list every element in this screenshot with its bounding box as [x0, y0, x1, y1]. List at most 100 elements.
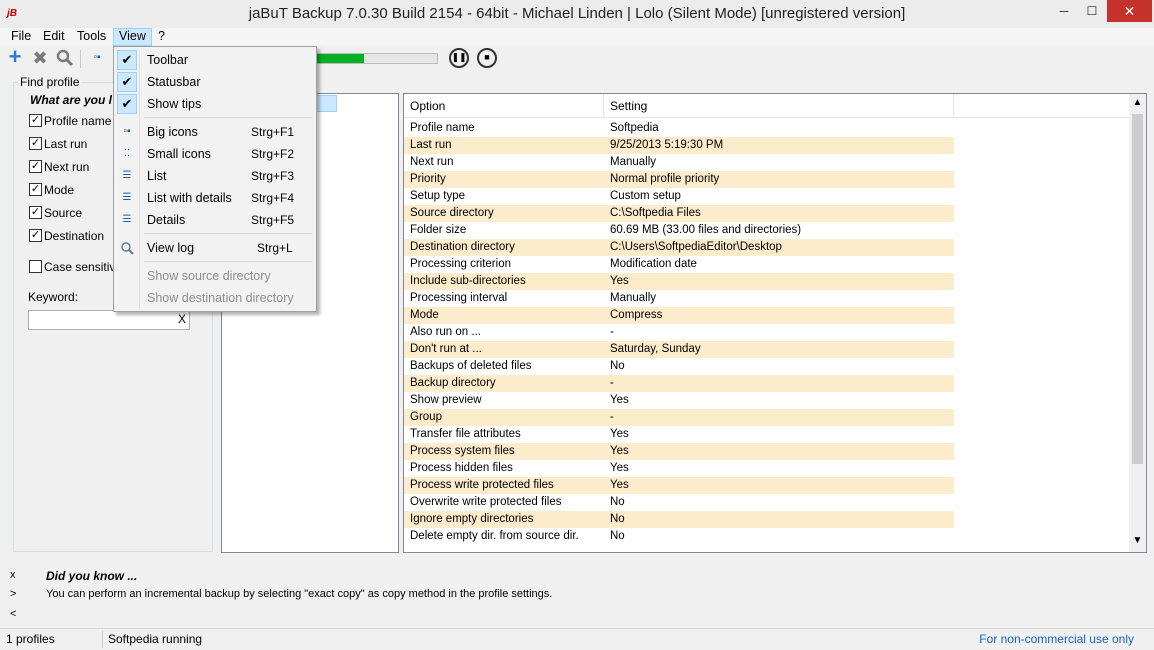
table-row[interactable]: Process write protected files Yes: [404, 477, 954, 494]
menu-tools[interactable]: Tools: [72, 28, 111, 46]
option-cell: Ignore empty directories: [410, 513, 534, 525]
table-row[interactable]: Next run Manually: [404, 154, 954, 171]
maximize-button[interactable]: ☐: [1078, 0, 1106, 22]
menu-item-statusbar[interactable]: ✔ Statusbar: [114, 71, 316, 93]
menu-item-show-destination-directory: Show destination directory: [114, 287, 316, 309]
menu-item-view-log[interactable]: View log Strg+L: [114, 237, 316, 259]
option-cell: Don't run at ...: [410, 343, 482, 355]
menu-item-list-with-details[interactable]: ☰ List with details Strg+F4: [114, 187, 316, 209]
status-profiles-count: 1 profiles: [6, 632, 55, 646]
checkbox-mode[interactable]: ✓: [29, 183, 42, 196]
table-row[interactable]: Setup type Custom setup: [404, 188, 954, 205]
checkbox-source[interactable]: ✓: [29, 206, 42, 219]
option-cell: Process hidden files: [410, 462, 513, 474]
big-icons-icon: ▫▪: [123, 126, 131, 137]
checkbox-case-sensitive[interactable]: [29, 260, 42, 273]
list-details-icon: ☰: [122, 192, 132, 203]
table-row[interactable]: Backup directory -: [404, 375, 954, 392]
license-note: For non-commercial use only: [979, 632, 1134, 646]
table-row[interactable]: Ignore empty directories No: [404, 511, 954, 528]
table-row[interactable]: Folder size 60.69 MB (33.00 files and dir…: [404, 222, 954, 239]
big-icons-icon[interactable]: ▫▪: [88, 49, 106, 67]
close-tip-button[interactable]: x: [10, 569, 16, 581]
keyword-label: Keyword:: [28, 290, 79, 304]
option-cell: Delete empty dir. from source dir.: [410, 530, 579, 542]
option-cell: Priority: [410, 173, 446, 185]
table-row[interactable]: Overwrite write protected files No: [404, 494, 954, 511]
table-row[interactable]: Mode Compress: [404, 307, 954, 324]
checkbox-last-run[interactable]: ✓: [29, 137, 42, 150]
table-row[interactable]: Processing criterion Modification date: [404, 256, 954, 273]
next-tip-button[interactable]: >: [10, 588, 16, 600]
status-bar: 1 profiles Softpedia running For non-com…: [0, 628, 1154, 650]
table-row[interactable]: Priority Normal profile priority: [404, 171, 954, 188]
table-row[interactable]: Process system files Yes: [404, 443, 954, 460]
pause-button[interactable]: ❚❚: [449, 48, 469, 68]
details-icon: ☰: [122, 214, 132, 225]
add-icon[interactable]: +: [6, 46, 24, 68]
menu-item-list[interactable]: ☰ List Strg+F3: [114, 165, 316, 187]
scroll-up-arrow-icon[interactable]: ▲: [1129, 97, 1146, 111]
checkbox-destination[interactable]: ✓: [29, 229, 42, 242]
table-row[interactable]: Processing interval Manually: [404, 290, 954, 307]
option-cell: Profile name: [410, 122, 475, 134]
setting-cell: Compress: [610, 309, 663, 321]
menu-item-small-icons[interactable]: ⁚⁚ Small icons Strg+F2: [114, 143, 316, 165]
delete-icon[interactable]: ✖: [31, 49, 49, 67]
minimize-button[interactable]: ─: [1050, 0, 1078, 22]
menu-item-shortcut: Strg+F2: [251, 147, 295, 161]
menu-item-label: View log: [147, 241, 195, 255]
menu-item-show-tips[interactable]: ✔ Show tips: [114, 93, 316, 115]
table-row[interactable]: Transfer file attributes Yes: [404, 426, 954, 443]
clear-keyword-button[interactable]: X: [178, 312, 186, 326]
option-cell: Mode: [410, 309, 439, 321]
status-separator: [102, 631, 103, 648]
option-cell: Transfer file attributes: [410, 428, 521, 440]
option-cell: Process system files: [410, 445, 515, 457]
menu-item-details[interactable]: ☰ Details Strg+F5: [114, 209, 316, 231]
column-header-option[interactable]: Option: [404, 94, 604, 118]
checkbox-next-run[interactable]: ✓: [29, 160, 42, 173]
table-row[interactable]: Destination directory C:\Users\SoftpediaE…: [404, 239, 954, 256]
vertical-scrollbar[interactable]: ▲ ▼: [1129, 94, 1146, 552]
previous-tip-button[interactable]: <: [10, 608, 16, 620]
table-row[interactable]: Profile name Softpedia: [404, 120, 954, 137]
table-row[interactable]: Backups of deleted files No: [404, 358, 954, 375]
table-row[interactable]: Include sub-directories Yes: [404, 273, 954, 290]
menu-help[interactable]: ?: [153, 28, 170, 46]
search-icon[interactable]: [56, 49, 74, 67]
table-row[interactable]: Delete empty dir. from source dir. No: [404, 528, 954, 545]
setting-cell: Yes: [610, 445, 629, 457]
option-cell: Processing interval: [410, 292, 508, 304]
table-row[interactable]: Process hidden files Yes: [404, 460, 954, 477]
table-row[interactable]: Show preview Yes: [404, 392, 954, 409]
setting-cell: Manually: [610, 156, 657, 168]
checkbox-profile-name[interactable]: ✓: [29, 114, 42, 127]
check-icon: ✔: [117, 72, 137, 92]
close-button[interactable]: ✕: [1107, 0, 1152, 22]
table-row[interactable]: Don't run at ... Saturday, Sunday: [404, 341, 954, 358]
table-row[interactable]: Source directory C:\Softpedia Files: [404, 205, 954, 222]
column-header-setting[interactable]: Setting: [604, 94, 954, 118]
option-cell: Setup type: [410, 190, 465, 202]
table-row[interactable]: Also run on ... -: [404, 324, 954, 341]
option-cell: Next run: [410, 156, 454, 168]
menu-view[interactable]: View: [113, 28, 152, 46]
title-bar[interactable]: jB jaBuT Backup 7.0.30 Build 2154 - 64bi…: [0, 0, 1154, 28]
table-row[interactable]: Group -: [404, 409, 954, 426]
setting-cell: -: [610, 411, 614, 423]
scrollbar-thumb[interactable]: [1132, 114, 1143, 464]
menu-item-toolbar[interactable]: ✔ Toolbar: [114, 49, 316, 71]
keyword-input[interactable]: [28, 310, 190, 330]
setting-cell: -: [610, 326, 614, 338]
table-row[interactable]: Last run 9/25/2013 5:19:30 PM: [404, 137, 954, 154]
progress-bar: [310, 53, 438, 64]
option-cell: Also run on ...: [410, 326, 481, 338]
scroll-down-arrow-icon[interactable]: ▼: [1129, 535, 1146, 549]
checkbox-label: Last run: [44, 137, 88, 151]
menu-edit[interactable]: Edit: [38, 28, 70, 46]
stop-button[interactable]: ■: [477, 48, 497, 68]
menu-item-big-icons[interactable]: ▫▪ Big icons Strg+F1: [114, 121, 316, 143]
find-profile-subtitle: What are you l: [30, 93, 113, 107]
checkbox-label: Destination: [44, 229, 105, 243]
